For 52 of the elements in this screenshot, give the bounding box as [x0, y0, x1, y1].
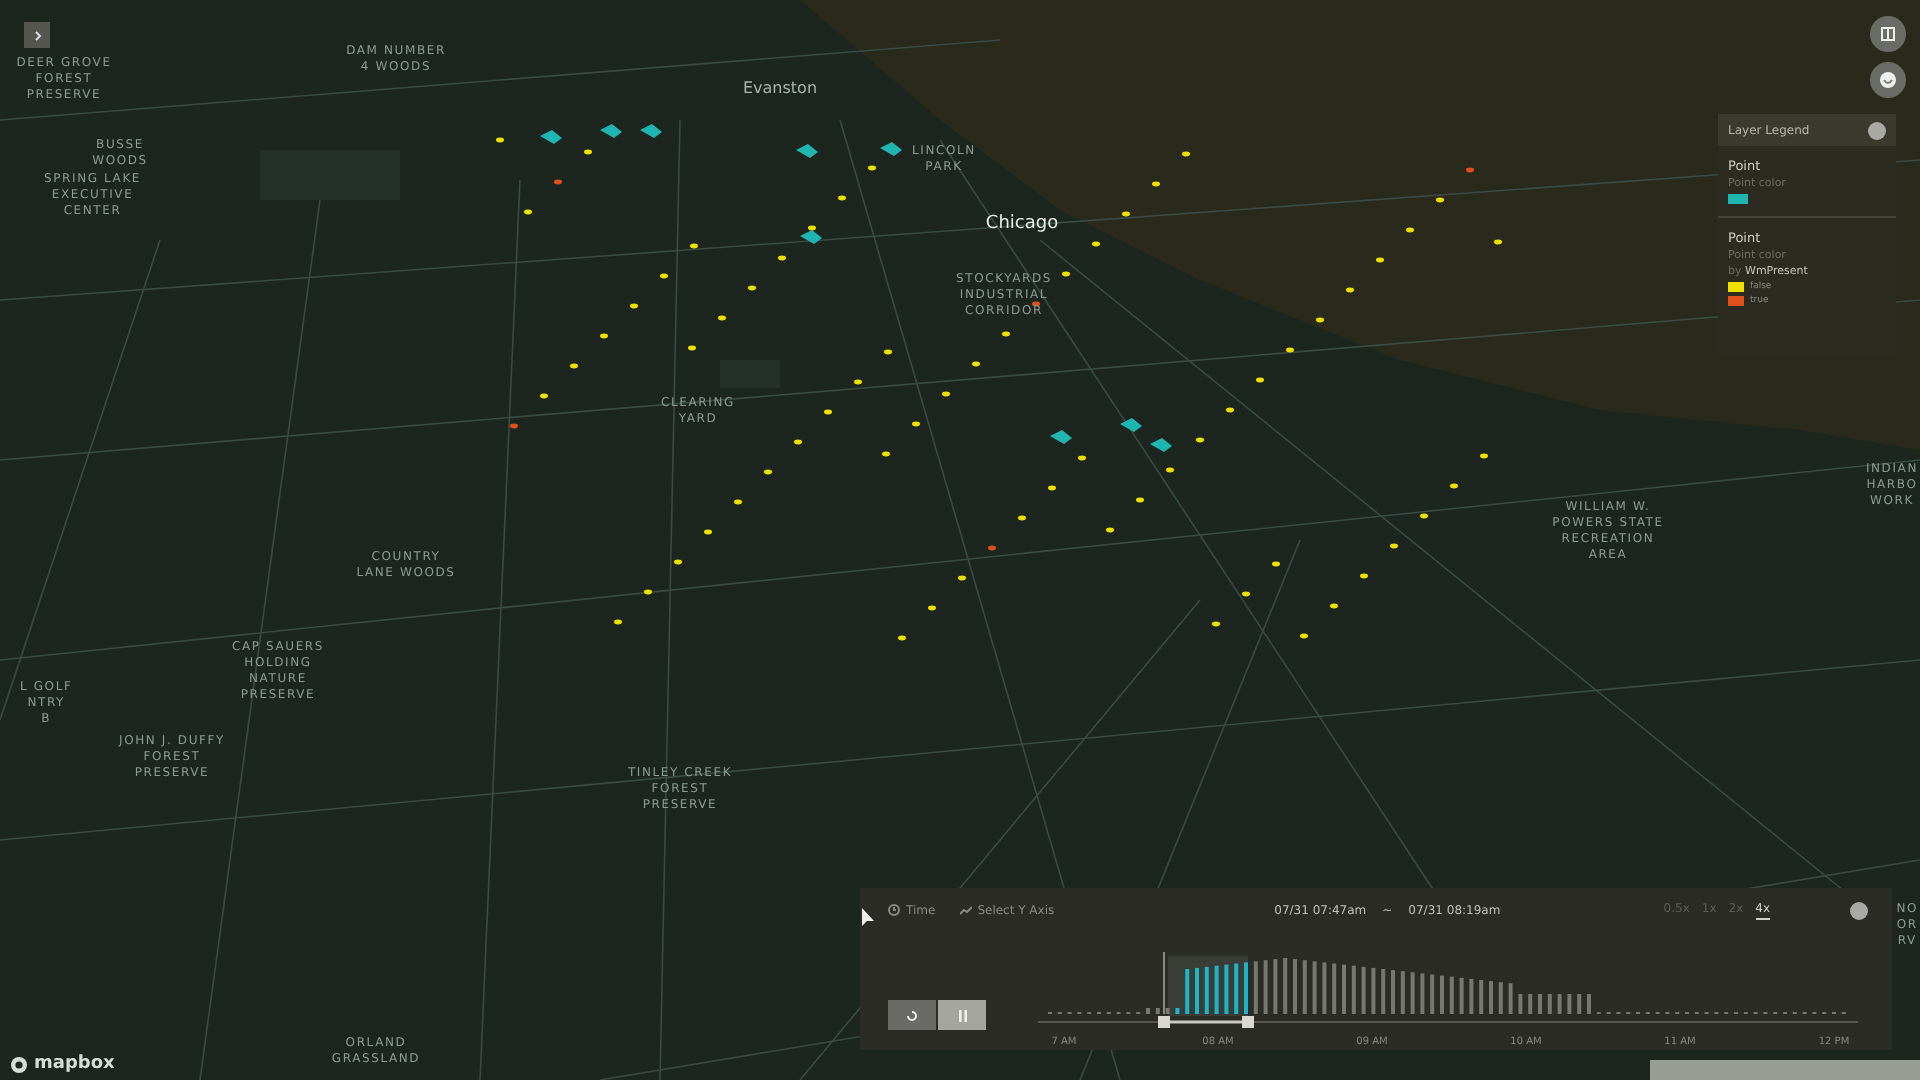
histogram-bar: [1234, 963, 1239, 1014]
histogram-bar: [1459, 977, 1464, 1014]
sidebar-toggle-button[interactable]: [24, 22, 50, 48]
histogram-bar: [1253, 961, 1258, 1014]
line-chart-icon: [959, 905, 972, 915]
chevron-right-icon: [31, 29, 43, 41]
clock-icon: [888, 904, 900, 916]
range-handle[interactable]: [1242, 1016, 1254, 1028]
histogram-bar: [1332, 963, 1337, 1014]
histogram-bar: [1351, 965, 1356, 1014]
histogram-bar: [1224, 964, 1229, 1014]
city-label: Evanston: [742, 79, 818, 101]
histogram-bar: [1479, 980, 1484, 1014]
histogram-bar: [1155, 1008, 1160, 1014]
histogram-bar: [1410, 972, 1415, 1014]
histogram-bar: [1283, 958, 1288, 1014]
histogram-bar: [1547, 994, 1552, 1014]
histogram-bar: [1430, 974, 1435, 1014]
histogram-bar: [1449, 976, 1454, 1014]
histogram-bar: [1214, 965, 1219, 1014]
histogram-bar: [1175, 1008, 1180, 1014]
histogram-bar: [1371, 967, 1376, 1014]
histogram-bar: [1528, 994, 1533, 1014]
histogram-bar: [1322, 962, 1327, 1014]
histogram-bar: [1302, 960, 1307, 1014]
histogram-bar: [1498, 982, 1503, 1014]
pause-button[interactable]: [938, 1000, 986, 1030]
histogram-bar: [1204, 966, 1209, 1014]
mapbox-logo-text: mapbox: [34, 1054, 115, 1074]
histogram-bar: [1361, 966, 1366, 1014]
split-icon: [1880, 26, 1896, 42]
histogram-bar: [1273, 959, 1278, 1014]
histogram-bar: [1420, 973, 1425, 1014]
histogram-bar: [1577, 994, 1582, 1014]
histogram-bar: [1469, 978, 1474, 1014]
histogram-bar: [1263, 960, 1268, 1014]
histogram-bar: [1400, 971, 1405, 1014]
reset-button[interactable]: [888, 1000, 936, 1030]
cursor-icon: [862, 908, 876, 928]
city-label: Chicago: [985, 211, 1059, 237]
histogram-bar: [1381, 969, 1386, 1014]
mapbox-logo-icon: [10, 1055, 28, 1073]
histogram-bar: [1508, 983, 1513, 1014]
reset-icon: [906, 1009, 918, 1021]
range-handle[interactable]: [1158, 1016, 1170, 1028]
time-cursor-line: [1163, 952, 1165, 1015]
histogram-bar: [1185, 969, 1190, 1014]
pause-icon: [957, 1009, 967, 1021]
histogram-bar: [1567, 994, 1572, 1014]
histogram-bar: [1518, 994, 1523, 1014]
histogram-bar: [1312, 961, 1317, 1014]
histogram-bar: [1557, 994, 1562, 1014]
